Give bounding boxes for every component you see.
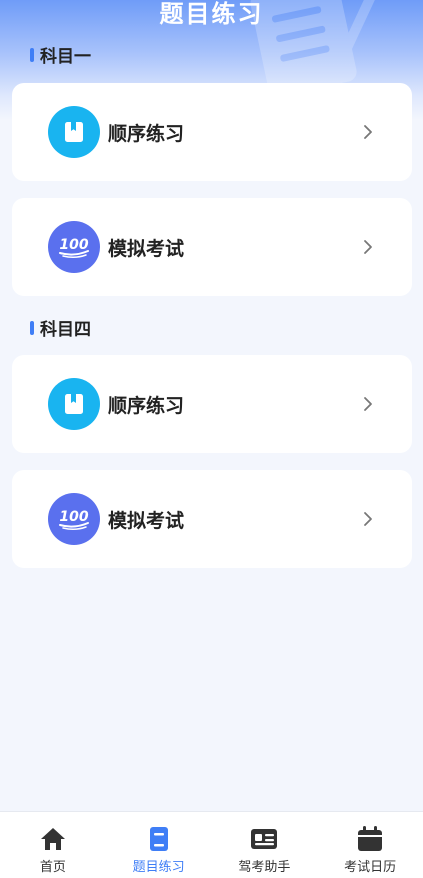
section-title-label: 科目四: [40, 320, 91, 340]
id-card-icon: [251, 829, 278, 849]
section-accent-bar: [30, 47, 34, 62]
section-title-label: 科目一: [40, 47, 91, 67]
card-label: 顺序练习: [108, 394, 185, 417]
tab-assistant[interactable]: 驾考助手: [212, 812, 318, 878]
bottom-tab-bar: 首页 题目练习 驾考助手 考试日历: [0, 811, 423, 878]
book-icon: [149, 827, 168, 851]
chevron-right-icon: [364, 397, 372, 411]
book-icon: [48, 378, 100, 430]
svg-text:100: 100: [59, 509, 88, 525]
card-label: 顺序练习: [108, 122, 185, 145]
svg-text:100: 100: [59, 237, 88, 253]
card-subject-one-mock-exam[interactable]: 100 模拟考试: [12, 198, 412, 296]
chevron-right-icon: [364, 240, 372, 254]
section-title-subject-four: 科目四: [30, 315, 91, 340]
page-title: 题目练习: [159, 0, 264, 28]
card-label: 模拟考试: [108, 509, 185, 532]
home-icon: [40, 828, 65, 850]
tab-label: 首页: [39, 860, 66, 875]
tab-label: 驾考助手: [238, 860, 291, 875]
chevron-right-icon: [364, 125, 372, 139]
chevron-right-icon: [364, 512, 372, 526]
book-icon: [48, 106, 100, 158]
tab-label: 题目练习: [132, 860, 185, 875]
tab-calendar[interactable]: 考试日历: [317, 812, 423, 878]
tab-label: 考试日历: [344, 860, 397, 875]
card-subject-four-mock-exam[interactable]: 100 模拟考试: [12, 470, 412, 568]
score-100-icon: 100: [48, 221, 100, 273]
section-title-subject-one: 科目一: [30, 42, 91, 67]
tab-practice[interactable]: 题目练习: [106, 812, 212, 878]
section-accent-bar: [30, 320, 34, 335]
card-label: 模拟考试: [108, 237, 185, 260]
calendar-icon: [358, 826, 383, 851]
score-100-icon: 100: [48, 493, 100, 545]
card-subject-four-sequential-practice[interactable]: 顺序练习: [12, 355, 412, 453]
card-subject-one-sequential-practice[interactable]: 顺序练习: [12, 83, 412, 181]
tab-home[interactable]: 首页: [0, 812, 106, 878]
